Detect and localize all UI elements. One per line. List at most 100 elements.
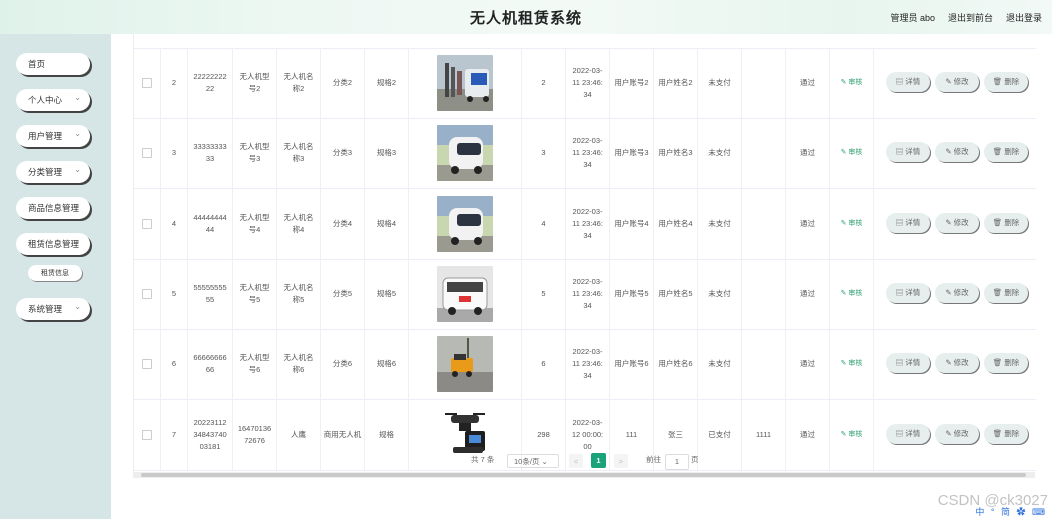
cell-text: 商用无人机 — [323, 429, 362, 439]
table-cell-spec: 规格4 — [365, 188, 409, 259]
scrollbar-thumb[interactable] — [141, 473, 1026, 477]
pager-next-button[interactable]: > — [614, 454, 628, 468]
pager-prev-button[interactable]: < — [569, 454, 583, 468]
cell-text: 分类5 — [332, 288, 353, 298]
ime-toolbar: 中 ° 简 ✿ ⌨ — [975, 507, 1047, 517]
table-cell-cat: 分类3 — [321, 118, 365, 189]
cell-text: 用户账号4 — [614, 218, 649, 228]
cell-text: 规格4 — [376, 218, 397, 228]
to-front-link[interactable]: 退出到前台 — [948, 11, 993, 24]
cell-text: 2022-03-11 23:46:34 — [572, 66, 603, 99]
table-cell-amt — [742, 258, 786, 329]
cell-text: 2022-03-11 23:46:34 — [572, 136, 603, 170]
sidebar-item-label: 租赁信息 — [41, 270, 69, 277]
row-checkbox[interactable] — [142, 78, 152, 88]
delete-button[interactable]: 🗑 删除 — [984, 212, 1028, 233]
row-checkbox[interactable] — [142, 429, 152, 440]
sidebar-subitem-rental-info[interactable]: 租赁信息 — [28, 265, 82, 281]
table-cell-acct: 用户账号5 — [610, 258, 654, 329]
sidebar-item-system[interactable]: 系统管理 ⌄ — [16, 298, 90, 320]
admin-label: 管理员 abo — [890, 13, 935, 23]
delete-button[interactable]: 🗑 删除 — [984, 282, 1028, 303]
table-cell-time: 2022-03-11 23:46:34 — [566, 118, 610, 189]
table-cell-time: 2022-03-11 23:46:34 — [566, 258, 610, 329]
audit-link[interactable]: ✎ 审核 — [841, 358, 863, 370]
delete-button[interactable]: 🗑 删除 — [984, 142, 1028, 163]
chevron-down-icon: ⌄ — [74, 302, 81, 311]
horizontal-scrollbar[interactable] — [133, 472, 1035, 478]
detail-button[interactable]: ▤ 详情 — [886, 282, 930, 303]
detail-button[interactable]: ▤ 详情 — [886, 423, 930, 444]
table-cell-no: 4444444444 — [188, 188, 233, 259]
cell-text: 无人机名称3 — [283, 142, 314, 164]
cell-text: 202231123484374003181 — [193, 417, 227, 451]
row-checkbox[interactable] — [142, 288, 152, 299]
cell-text: 通过 — [800, 288, 815, 298]
table-cell-status: 通过 — [786, 188, 830, 259]
pager-current-page[interactable]: 1 — [591, 453, 606, 468]
cell-text: 2022-03-11 23:46:34 — [572, 347, 603, 381]
detail-button[interactable]: ▤ 详情 — [886, 212, 930, 233]
pager-size-select[interactable]: 10条/页 ⌄ — [507, 454, 559, 468]
header: 无人机租赁系统 管理员 abo 退出到前台 退出登录 — [0, 0, 1052, 34]
cell-text: 无人机名称5 — [283, 282, 314, 304]
cell-text: 3 — [171, 148, 177, 158]
detail-button[interactable]: ▤ 详情 — [886, 72, 930, 92]
delete-button[interactable]: 🗑 删除 — [984, 423, 1028, 444]
edit-button[interactable]: ✎ 修改 — [935, 72, 979, 92]
table-cell-no: 6666666666 — [188, 329, 233, 400]
detail-button[interactable]: ▤ 详情 — [886, 353, 930, 374]
table-row: 4 4444444444 无人机型号4 无人机名称4 分类4 规格4 4 2022-03-11… — [134, 188, 1036, 260]
sidebar-item-rental[interactable]: 租赁信息管理 — [16, 233, 90, 255]
audit-link[interactable]: ✎ 审核 — [841, 77, 863, 89]
table-cell-no: 2222222222 — [188, 48, 233, 118]
logout-link[interactable]: 退出登录 — [1006, 11, 1042, 24]
product-image-cell — [409, 329, 522, 400]
audit-link[interactable]: ✎ 审核 — [841, 147, 863, 159]
cell-text: 用户账号2 — [614, 78, 649, 87]
cell-text: 2 — [171, 78, 177, 87]
audit-link[interactable]: ✎ 审核 — [841, 429, 863, 441]
cell-text: 7 — [171, 429, 177, 439]
row-checkbox[interactable] — [142, 359, 152, 370]
edit-button[interactable]: ✎ 修改 — [935, 423, 979, 444]
audit-link[interactable]: ✎ 审核 — [841, 218, 863, 230]
table-cell-status: 通过 — [786, 118, 830, 189]
sidebar-item-label: 商品信息管理 — [28, 203, 80, 213]
detail-button[interactable]: ▤ 详情 — [886, 142, 930, 163]
product-image-cell — [409, 118, 522, 189]
product-image — [437, 265, 493, 322]
pager-page-unit: 页 — [691, 455, 699, 464]
table-cell-status: 通过 — [786, 48, 830, 118]
row-checkbox[interactable] — [142, 148, 152, 159]
cell-text: 1111 — [755, 429, 771, 439]
sidebar-item-users[interactable]: 用户管理 ⌄ — [16, 125, 90, 147]
edit-button[interactable]: ✎ 修改 — [935, 353, 979, 374]
delete-button[interactable]: 🗑 删除 — [984, 353, 1028, 374]
cell-text: 用户姓名3 — [658, 148, 693, 158]
cell-text: 用户姓名4 — [658, 218, 693, 228]
sidebar-item-personal[interactable]: 个人中心 ⌄ — [16, 89, 90, 111]
row-select-cell — [134, 188, 161, 259]
delete-button[interactable]: 🗑 删除 — [984, 72, 1028, 92]
cell-text: 无人机型号2 — [239, 72, 270, 93]
sidebar-item-category[interactable]: 分类管理 ⌄ — [16, 161, 90, 183]
row-checkbox[interactable] — [142, 218, 152, 229]
edit-button[interactable]: ✎ 修改 — [935, 282, 979, 303]
actions-cell: ▤ 详情 ✎ 修改 🗑 删除 — [874, 118, 1036, 188]
sidebar-item-label: 系统管理 — [28, 304, 63, 314]
table-cell-cat: 分类6 — [321, 329, 365, 400]
audit-cell: ✎ 审核 — [830, 118, 874, 189]
pager-goto-input[interactable]: 1 — [665, 454, 689, 470]
sidebar-item-goods[interactable]: 商品信息管理 — [16, 197, 90, 219]
cell-text: 无人机名称2 — [283, 72, 314, 93]
edit-button[interactable]: ✎ 修改 — [935, 142, 979, 163]
edit-button[interactable]: ✎ 修改 — [935, 212, 979, 233]
table-cell-qty: 4 — [522, 188, 566, 259]
audit-link[interactable]: ✎ 审核 — [841, 288, 863, 300]
chevron-down-icon: ⌄ — [74, 129, 81, 138]
table-cell-uname: 用户姓名6 — [654, 329, 698, 400]
audit-cell: ✎ 审核 — [830, 329, 874, 400]
sidebar-item-home[interactable]: 首页 — [16, 53, 90, 75]
cell-text: 2022-03-11 23:46:34 — [572, 206, 603, 240]
